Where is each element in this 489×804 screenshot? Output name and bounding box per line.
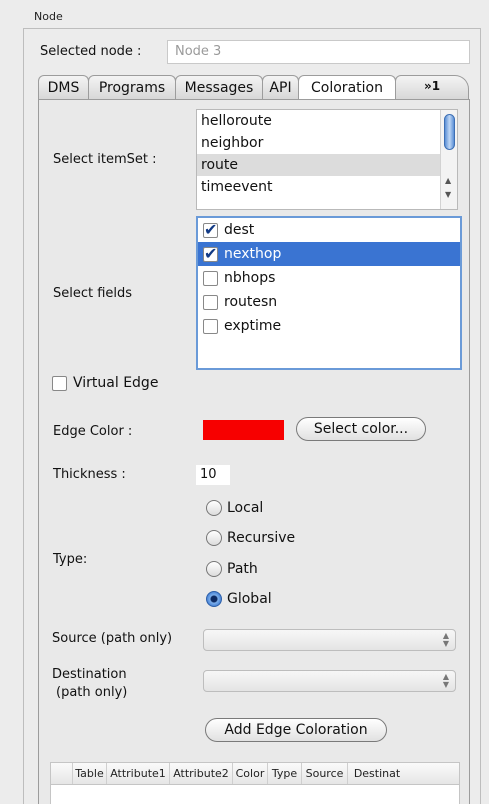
radio-local[interactable]: Local bbox=[206, 500, 263, 516]
itemset-list[interactable]: helloroute neighbor route timeevent ▲ ▼ bbox=[196, 109, 458, 210]
tab-dms[interactable]: DMS bbox=[38, 75, 89, 100]
radio-path[interactable]: Path bbox=[206, 561, 258, 577]
radio-label: Global bbox=[227, 591, 272, 607]
coloration-table[interactable]: Table Attribute1 Attribute2 Color Type S… bbox=[50, 762, 460, 804]
type-label: Type: bbox=[53, 552, 88, 567]
source-select[interactable]: ▲ ▼ bbox=[203, 629, 456, 651]
radio-recursive[interactable]: Recursive bbox=[206, 530, 295, 546]
virtual-edge-checkbox[interactable]: Virtual Edge bbox=[52, 375, 158, 391]
add-edge-coloration-button[interactable]: Add Edge Coloration bbox=[205, 718, 387, 742]
column-header[interactable]: Destinat bbox=[348, 763, 406, 784]
table-header: Table Attribute1 Attribute2 Color Type S… bbox=[51, 763, 459, 785]
list-item[interactable]: route bbox=[197, 154, 457, 176]
scroll-down-arrow-icon[interactable]: ▼ bbox=[445, 190, 451, 199]
select-fields-label: Select fields bbox=[53, 286, 133, 301]
tab-programs[interactable]: Programs bbox=[88, 75, 176, 100]
radio-label: Local bbox=[227, 500, 264, 516]
checkbox[interactable] bbox=[52, 375, 67, 391]
radio-global[interactable]: Global bbox=[206, 591, 272, 607]
virtual-edge-label: Virtual Edge bbox=[73, 375, 159, 391]
list-item[interactable]: helloroute bbox=[197, 110, 457, 132]
radio-label: Path bbox=[227, 561, 258, 577]
field-label: exptime bbox=[224, 318, 282, 334]
column-header[interactable] bbox=[51, 763, 73, 784]
scroll-up-arrow-icon[interactable]: ▲ bbox=[445, 176, 451, 185]
column-header[interactable]: Table bbox=[73, 763, 107, 784]
radio-button[interactable] bbox=[206, 561, 222, 577]
field-label: routesn bbox=[224, 294, 278, 310]
field-item-routesn[interactable]: routesn bbox=[198, 290, 460, 314]
edge-color-swatch bbox=[203, 420, 284, 440]
updown-arrows-icon: ▲ ▼ bbox=[442, 631, 449, 648]
thickness-input[interactable]: 10 bbox=[196, 465, 230, 485]
column-header[interactable]: Attribute1 bbox=[107, 763, 170, 784]
column-header[interactable]: Type bbox=[268, 763, 302, 784]
field-item-exptime[interactable]: exptime bbox=[198, 314, 460, 338]
checkbox[interactable] bbox=[203, 294, 218, 310]
select-itemset-label: Select itemSet : bbox=[53, 152, 157, 167]
field-label: nbhops bbox=[224, 270, 276, 286]
tab-coloration[interactable]: Coloration bbox=[298, 75, 396, 100]
radio-label: Recursive bbox=[227, 530, 296, 546]
column-header[interactable]: Source bbox=[302, 763, 348, 784]
updown-arrows-icon: ▲ ▼ bbox=[442, 672, 449, 689]
thickness-label: Thickness : bbox=[53, 467, 126, 482]
column-header[interactable]: Attribute2 bbox=[170, 763, 233, 784]
tab-messages[interactable]: Messages bbox=[175, 75, 263, 100]
field-item-nexthop[interactable]: nexthop bbox=[198, 242, 460, 266]
radio-button[interactable] bbox=[206, 500, 222, 516]
list-item[interactable]: timeevent bbox=[197, 176, 457, 198]
field-item-dest[interactable]: dest bbox=[198, 218, 460, 242]
checkbox[interactable] bbox=[203, 244, 218, 263]
radio-button[interactable] bbox=[206, 591, 222, 607]
edge-color-label: Edge Color : bbox=[53, 424, 133, 439]
panel-title: Node bbox=[34, 10, 63, 23]
select-color-button[interactable]: Select color... bbox=[296, 417, 426, 441]
scrollbar-thumb[interactable] bbox=[444, 114, 455, 150]
checkbox[interactable] bbox=[203, 270, 218, 286]
destination-label-line1: Destination bbox=[52, 667, 127, 682]
field-item-nbhops[interactable]: nbhops bbox=[198, 266, 460, 290]
checkbox[interactable] bbox=[203, 318, 218, 334]
selected-node-label: Selected node : bbox=[40, 44, 142, 59]
destination-label-line2: (path only) bbox=[56, 685, 128, 700]
radio-button[interactable] bbox=[206, 530, 222, 546]
destination-select[interactable]: ▲ ▼ bbox=[203, 670, 456, 692]
checkbox[interactable] bbox=[203, 220, 218, 239]
tab-api[interactable]: API bbox=[262, 75, 299, 100]
field-label: nexthop bbox=[224, 246, 282, 262]
list-item[interactable]: neighbor bbox=[197, 132, 457, 154]
fields-list[interactable]: dest nexthop nbhops routesn exptime bbox=[196, 216, 462, 370]
selected-node-field[interactable]: Node 3 bbox=[167, 40, 470, 64]
tab-overflow-button[interactable]: »1 bbox=[395, 75, 469, 100]
source-label: Source (path only) bbox=[52, 631, 173, 646]
field-label: dest bbox=[224, 222, 255, 238]
column-header[interactable]: Color bbox=[233, 763, 268, 784]
itemset-scrollbar[interactable]: ▲ ▼ bbox=[440, 110, 457, 209]
